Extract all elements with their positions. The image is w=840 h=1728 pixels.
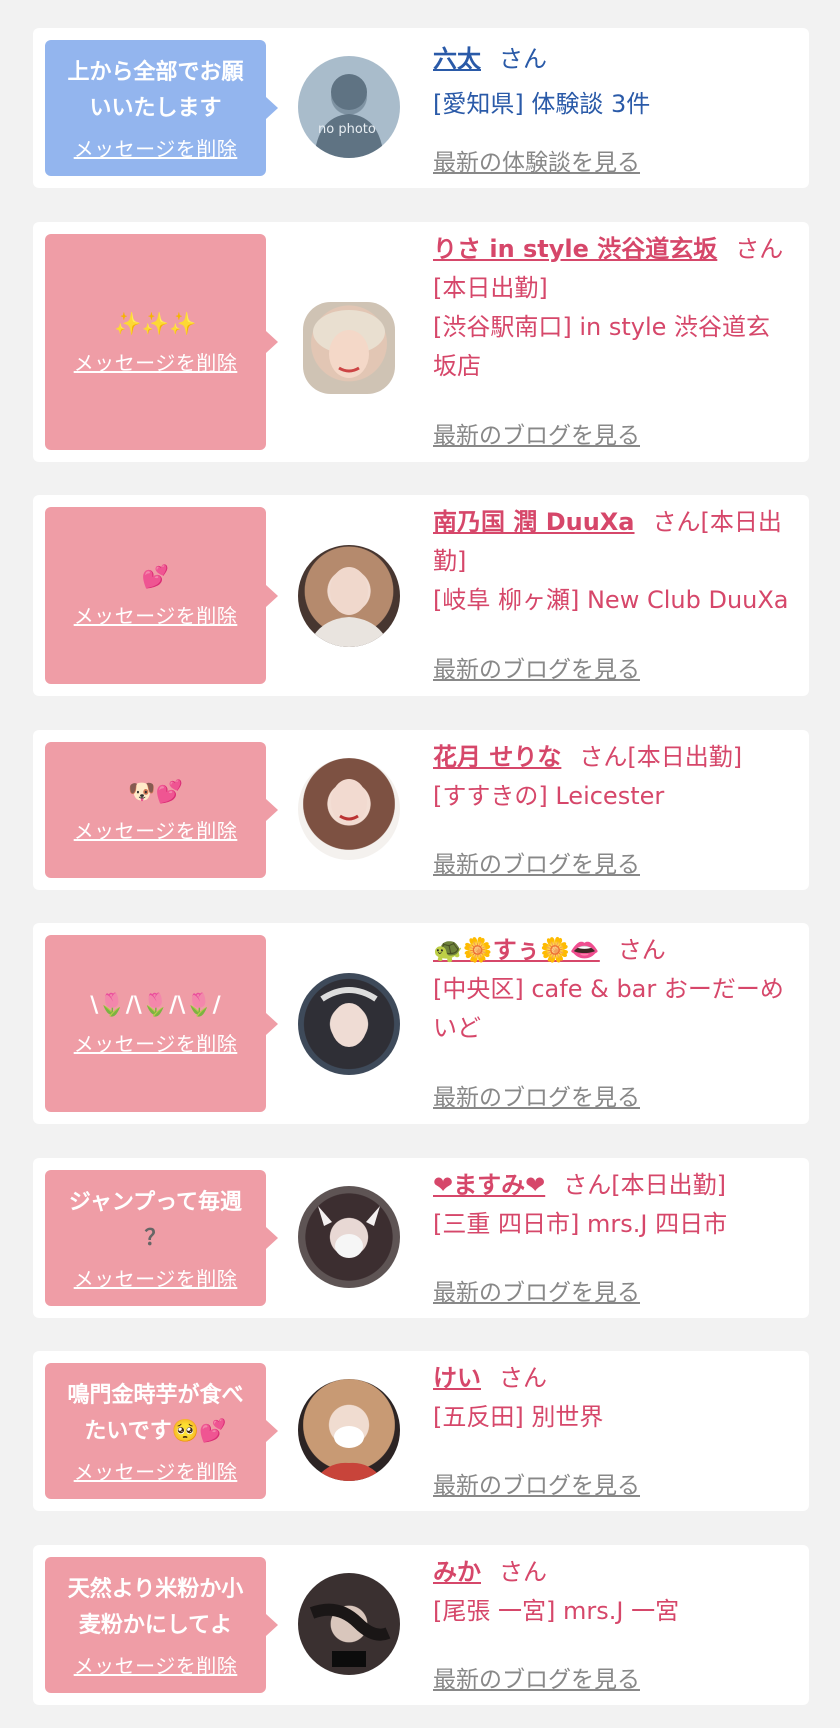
member-name-link[interactable]: 🐢🌼すぅ🌼👄 [433,936,600,964]
message-card: 上から全部でお願 いいたします メッセージを削除 no photo 六太 さん [… [33,28,809,188]
message-text: ✨✨✨ [114,311,197,337]
latest-link[interactable]: 最新のブログを見る [433,1660,640,1694]
info-line: 坂店 [433,352,481,380]
latest-link[interactable]: 最新のブログを見る [433,845,640,879]
message-card: 💕 メッセージを削除 南乃国 潤 DuuXa さん[本日出 勤] [岐阜 柳ヶ瀬]… [33,495,809,696]
avatar-photo [320,987,378,1047]
no-photo-label: no photo [318,122,376,137]
message-bubble: 上から全部でお願 いいたします メッセージを削除 [45,40,278,176]
delete-message-link[interactable]: メッセージを削除 [74,347,238,376]
info-line: [五反田] 別世界 [433,1403,604,1431]
message-text: たいです🥺💕 [84,1418,227,1444]
info-line: [渋谷駅南口] in style 渋谷道玄 [433,313,771,341]
message-text: ？ [144,1225,167,1251]
san-label: さん [499,1558,547,1586]
avatar[interactable] [298,545,400,647]
avatar-photo [318,1206,380,1258]
message-bubble: 💕 メッセージを削除 [45,507,278,684]
delete-message-link[interactable]: メッセージを削除 [74,600,238,629]
info-line: 勤] [433,547,467,575]
san-label: さん [499,45,547,73]
message-bubble: 天然より米粉か小 麦粉かにしてよ メッセージを削除 [45,1557,278,1693]
avatar[interactable] [298,1186,400,1288]
latest-link[interactable]: 最新のブログを見る [433,416,640,450]
delete-message-link[interactable]: メッセージを削除 [74,1456,238,1485]
message-bubble: \🌷/\🌷/\🌷/ メッセージを削除 [45,935,278,1112]
san-label: さん[本日出勤] [563,1171,726,1199]
avatar-photo [313,310,385,378]
member-name-link[interactable]: りさ in style 渋谷道玄坂 [433,235,717,263]
info-line: [岐阜 柳ヶ瀬] New Club DuuXa [433,586,789,614]
message-bubble: ✨✨✨ メッセージを削除 [45,234,278,450]
message-text: 🐶💕 [128,779,183,805]
delete-message-link[interactable]: メッセージを削除 [74,1028,238,1057]
avatar-photo [314,1426,384,1481]
info-line: [尾張 一宮] mrs.J 一宮 [433,1597,680,1625]
info-line: [愛知県] 体験談 3件 [433,90,651,118]
avatar-photo [309,1603,391,1667]
info-line: [すすきの] Leicester [433,782,665,810]
message-text: 💕 [141,565,170,590]
message-text: いいたします [89,95,222,121]
san-label: さん [499,1364,547,1392]
latest-link[interactable]: 最新のブログを見る [433,1466,640,1500]
san-label: さん [617,936,666,964]
avatar[interactable] [303,302,395,394]
avatar-photo [308,567,390,647]
delete-message-link[interactable]: メッセージを削除 [74,1650,238,1679]
message-card: 天然より米粉か小 麦粉かにしてよ メッセージを削除 みか さん [尾張 一宮] m… [33,1545,809,1705]
message-card: ✨✨✨ メッセージを削除 りさ in style 渋谷道玄坂 さん [本日出勤] … [33,222,809,462]
latest-link[interactable]: 最新のブログを見る [433,1078,640,1112]
member-name-link[interactable]: 六太 [433,45,481,73]
message-text: 天然より米粉か小 [67,1576,244,1602]
delete-message-link[interactable]: メッセージを削除 [74,133,238,162]
message-card: 鳴門金時芋が食べ たいです🥺💕 メッセージを削除 けい さん [五反田] 別世界 … [33,1351,809,1511]
member-name-link[interactable]: けい [433,1364,481,1392]
message-card: 🐶💕 メッセージを削除 花月 せりな さん[本日出勤] [すすきの] Leices… [33,730,809,890]
message-text: 鳴門金時芋が食べ [67,1382,244,1408]
avatar[interactable] [298,1573,400,1675]
info-line: [中央区] cafe & bar おーだーめ [433,975,784,1003]
avatar-photo [331,779,367,825]
info-line: いど [433,1014,481,1042]
member-name-link[interactable]: 南乃国 潤 DuuXa [433,508,635,536]
avatar[interactable]: no photo [298,56,400,158]
avatar[interactable] [298,973,400,1075]
message-text: \🌷/\🌷/\🌷/ [90,993,221,1018]
message-card: ジャンプって毎週 ？ メッセージを削除 ❤ますみ❤ さん[本日出勤] [三重 四日… [33,1158,809,1318]
avatar[interactable] [298,758,400,860]
latest-link[interactable]: 最新の体験談を見る [433,143,640,177]
info-line: [本日出勤] [433,274,548,302]
message-text: 上から全部でお願 [67,59,244,85]
san-label: さん[本日出 [652,508,782,536]
delete-message-link[interactable]: メッセージを削除 [74,815,238,844]
info-line: [三重 四日市] mrs.J 四日市 [433,1210,728,1238]
member-name-link[interactable]: みか [433,1558,481,1586]
delete-message-link[interactable]: メッセージを削除 [74,1263,238,1292]
member-name-link[interactable]: ❤ますみ❤ [433,1171,545,1199]
latest-link[interactable]: 最新のブログを見る [433,1273,640,1307]
message-card: \🌷/\🌷/\🌷/ メッセージを削除 🐢🌼すぅ🌼👄 さん [中央区] cafe &… [33,923,809,1124]
avatar-placeholder-icon [314,74,384,158]
message-bubble: 🐶💕 メッセージを削除 [45,742,278,878]
member-name-link[interactable]: 花月 せりな [433,743,561,771]
san-label: さん [735,235,784,263]
san-label: さん[本日出勤] [579,743,743,771]
avatar[interactable] [298,1379,400,1481]
message-bubble: 鳴門金時芋が食べ たいです🥺💕 メッセージを削除 [45,1363,278,1499]
message-text: 麦粉かにしてよ [78,1612,233,1638]
message-text: ジャンプって毎週 [68,1189,243,1215]
message-bubble: ジャンプって毎週 ？ メッセージを削除 [45,1170,278,1306]
latest-link[interactable]: 最新のブログを見る [433,650,640,684]
